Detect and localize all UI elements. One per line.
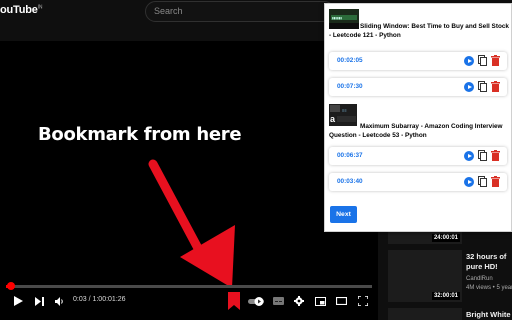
bookmark-timestamp[interactable]: 00:03:40: [337, 178, 363, 185]
play-button[interactable]: [12, 293, 24, 309]
subtitles-icon: [272, 297, 284, 305]
svg-text:≡≡: ≡≡: [342, 108, 347, 113]
next-button[interactable]: Next: [330, 206, 357, 223]
search-input[interactable]: Search: [145, 1, 335, 22]
overlay-caption: Bookmark from here: [38, 124, 242, 145]
bookmark-timestamp[interactable]: 00:06:37: [337, 152, 363, 159]
bookmark-icon: [228, 292, 240, 310]
play-icon[interactable]: [464, 151, 474, 161]
screen: ouTubeIN Search Bookmark from here 0:03 …: [0, 0, 512, 320]
bookmark-row[interactable]: 00:03:40: [329, 173, 507, 191]
video-title: Sliding Window: Best Time to Buy and Sel…: [329, 23, 509, 39]
copy-icon[interactable]: [478, 55, 487, 66]
miniplayer-icon: [314, 296, 326, 306]
video-entry: ≡≡ a Maximum Subarray - Amazon Coding Int…: [329, 104, 509, 144]
skip-next-icon: [34, 296, 44, 306]
autoplay-toggle[interactable]: [248, 293, 266, 309]
delete-icon[interactable]: [491, 176, 500, 187]
volume-button[interactable]: [54, 293, 66, 309]
video-duration: 24:00:01: [431, 234, 460, 242]
video-player[interactable]: Bookmark from here 0:03 / 1:00:01:26: [0, 41, 378, 320]
recommendation-meta: 4M views • 5 years: [466, 285, 512, 291]
copy-icon[interactable]: [478, 81, 487, 92]
play-icon: [13, 296, 23, 306]
progress-scrubber[interactable]: [7, 282, 15, 290]
delete-icon[interactable]: [491, 150, 500, 161]
miniplayer-button[interactable]: [314, 293, 326, 309]
red-arrow-annotation: [148, 159, 235, 288]
bookmark-timestamp[interactable]: 00:07:30: [337, 83, 363, 90]
theater-mode-button[interactable]: [335, 293, 347, 309]
fullscreen-button[interactable]: [357, 293, 369, 309]
delete-icon[interactable]: [491, 81, 500, 92]
next-video-button[interactable]: [33, 293, 45, 309]
add-bookmark-button[interactable]: [227, 291, 241, 311]
video-duration: 32:00:01: [431, 292, 460, 300]
volume-icon: [55, 296, 63, 306]
delete-icon[interactable]: [491, 55, 500, 66]
play-icon[interactable]: [464, 177, 474, 187]
svg-text:▮▮▮▮▮▮: ▮▮▮▮▮▮: [332, 16, 342, 20]
subtitles-button[interactable]: [272, 293, 284, 309]
fullscreen-icon: [358, 296, 368, 306]
video-entry: ▮▮▮▮▮▮ Sliding Window: Best Time to Buy …: [329, 9, 509, 43]
video-title: Maximum Subarray - Amazon Coding Intervi…: [329, 123, 503, 139]
time-display: 0:03 / 1:00:01:26: [73, 296, 126, 303]
bookmark-extension-popup: ▮▮▮▮▮▮ Sliding Window: Best Time to Buy …: [324, 3, 512, 232]
settings-icon: [294, 296, 304, 306]
theater-icon: [335, 297, 347, 305]
bookmark-row[interactable]: 00:06:37: [329, 147, 507, 165]
bookmark-row[interactable]: 00:02:05: [329, 52, 507, 70]
bookmark-timestamp[interactable]: 00:02:05: [337, 57, 363, 64]
youtube-logo[interactable]: ouTubeIN: [0, 4, 42, 16]
autoplay-toggle-icon: [248, 296, 264, 306]
copy-icon[interactable]: [478, 176, 487, 187]
play-icon[interactable]: [464, 56, 474, 66]
search-placeholder: Search: [154, 6, 183, 16]
bookmark-row[interactable]: 00:07:30: [329, 78, 507, 96]
recommendation-thumbnail[interactable]: 32:00:01: [388, 250, 462, 302]
progress-bar[interactable]: [6, 282, 372, 290]
recommendation-title[interactable]: 32 hours of pure HD!: [466, 252, 512, 272]
play-icon[interactable]: [464, 82, 474, 92]
recommendation-title[interactable]: Bright White Nig: [466, 310, 512, 320]
recommendation-thumbnail[interactable]: [388, 308, 462, 320]
settings-button[interactable]: [293, 293, 305, 309]
copy-icon[interactable]: [478, 150, 487, 161]
recommendation-channel[interactable]: CandlRun: [466, 275, 512, 283]
